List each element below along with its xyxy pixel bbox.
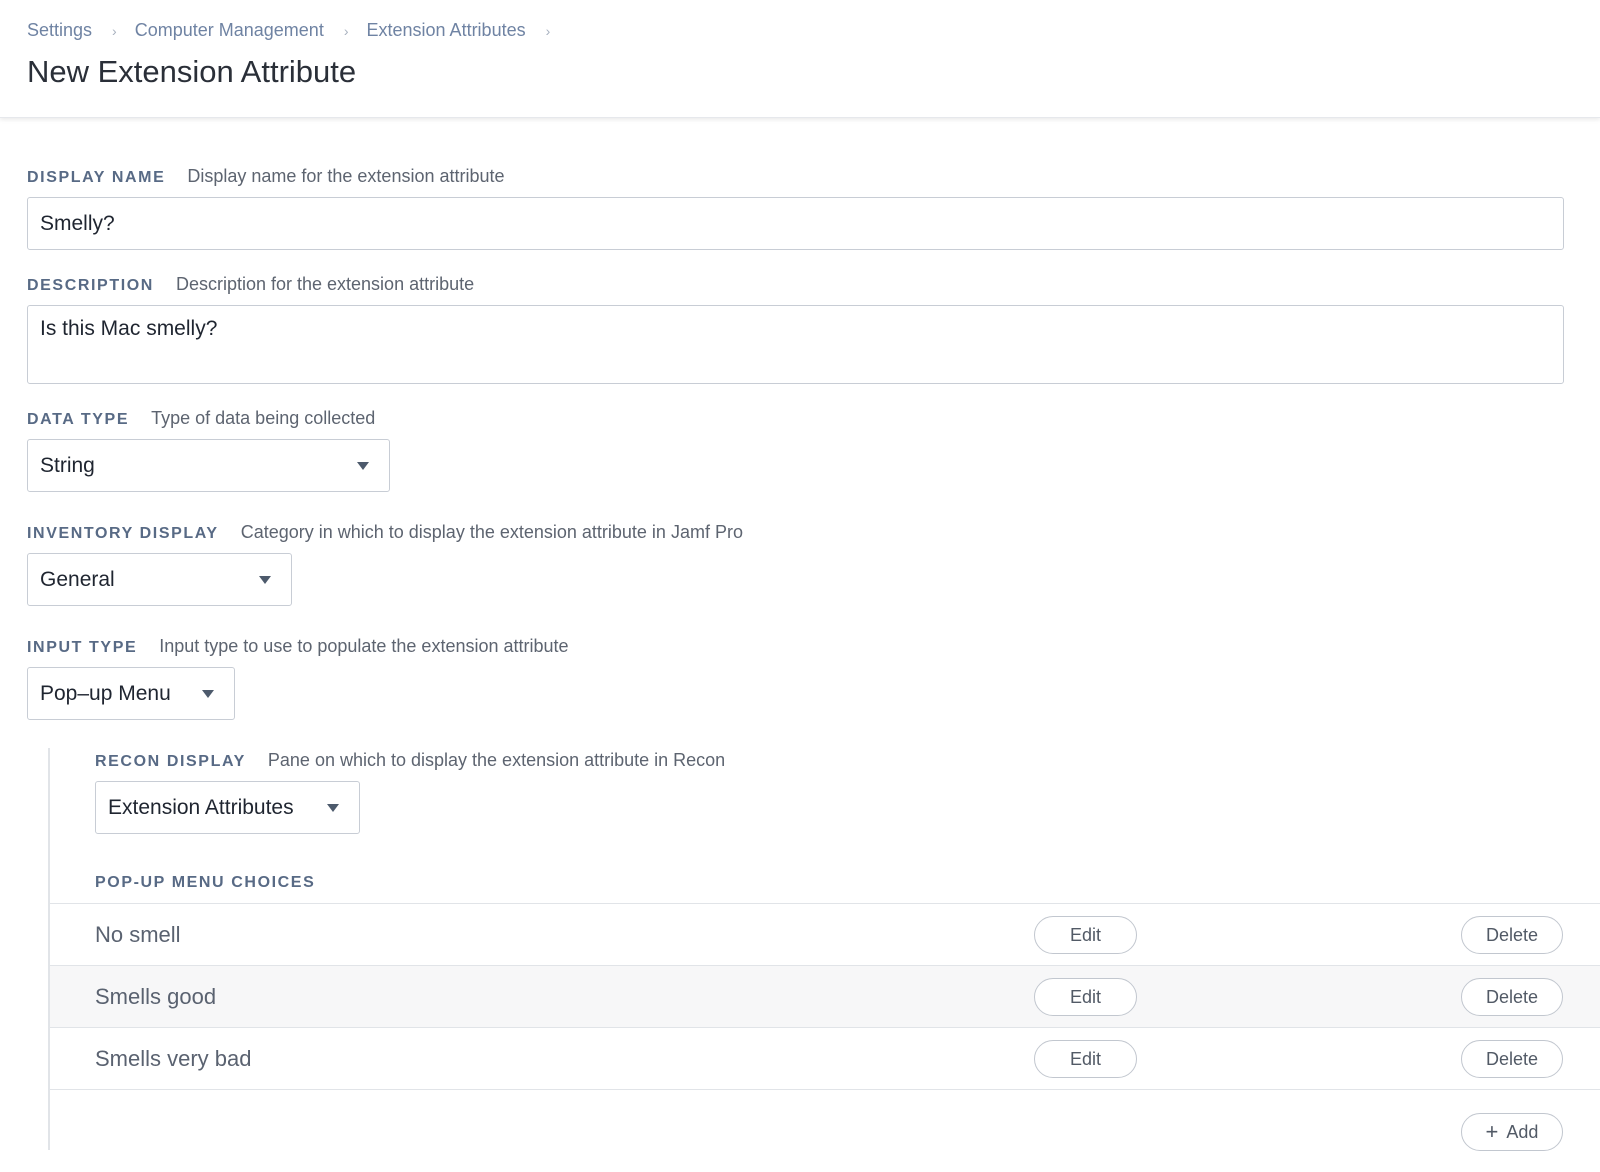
edit-button[interactable]: Edit <box>1034 1040 1137 1078</box>
description-label-group: DESCRIPTION Description for the extensio… <box>27 274 474 295</box>
dropdown-caret-icon <box>357 462 369 470</box>
table-row: Smells good Edit Delete <box>50 966 1600 1028</box>
delete-button[interactable]: Delete <box>1461 978 1563 1016</box>
inventory-display-selected-value: General <box>40 567 115 591</box>
plus-icon: + <box>1485 1119 1499 1144</box>
display-name-label: DISPLAY NAME <box>27 169 166 186</box>
inventory-display-label-group: INVENTORY DISPLAY Category in which to d… <box>27 522 743 543</box>
input-type-hint: Input type to use to populate the extens… <box>159 636 569 656</box>
input-type-label: INPUT TYPE <box>27 639 138 656</box>
input-type-label-group: INPUT TYPE Input type to use to populate… <box>27 636 569 657</box>
popup-choices-label: POP-UP MENU CHOICES <box>95 874 316 891</box>
dropdown-caret-icon <box>259 576 271 584</box>
inventory-display-select[interactable]: General <box>27 553 292 606</box>
breadcrumb-chevron-icon: › <box>545 22 551 39</box>
recon-display-select[interactable]: Extension Attributes <box>95 781 360 834</box>
recon-display-label: RECON DISPLAY <box>95 753 246 770</box>
data-type-hint: Type of data being collected <box>151 408 376 428</box>
edit-button[interactable]: Edit <box>1034 978 1137 1016</box>
add-button-label: Add <box>1506 1121 1539 1142</box>
table-row: Smells very bad Edit Delete <box>50 1028 1600 1090</box>
page-title: New Extension Attribute <box>27 54 357 89</box>
display-name-label-group: DISPLAY NAME Display name for the extens… <box>27 166 505 187</box>
delete-button[interactable]: Delete <box>1461 916 1563 954</box>
breadcrumb-settings[interactable]: Settings <box>27 20 92 41</box>
breadcrumb-extension-attributes[interactable]: Extension Attributes <box>367 20 526 41</box>
table-row: No smell Edit Delete <box>50 904 1600 966</box>
data-type-selected-value: String <box>40 453 95 477</box>
breadcrumb-chevron-icon: › <box>112 22 117 39</box>
dropdown-caret-icon <box>202 690 214 698</box>
description-hint: Description for the extension attribute <box>175 274 475 294</box>
breadcrumb-computer-management[interactable]: Computer Management <box>135 20 324 41</box>
page-header: Settings › Computer Management › Extensi… <box>0 0 1600 118</box>
delete-button[interactable]: Delete <box>1461 1040 1563 1078</box>
display-name-hint: Display name for the extension attribute <box>187 166 505 186</box>
data-type-select[interactable]: String <box>27 439 390 492</box>
data-type-label: DATA TYPE <box>27 411 130 428</box>
inventory-display-label: INVENTORY DISPLAY <box>27 525 219 542</box>
display-name-input[interactable] <box>27 197 1564 250</box>
choice-label: Smells good <box>95 984 217 1009</box>
input-type-select[interactable]: Pop–up Menu <box>27 667 235 720</box>
dropdown-caret-icon <box>327 804 339 812</box>
popup-choices-table: No smell Edit Delete Smells good Edit De… <box>50 903 1600 1090</box>
recon-display-hint: Pane on which to display the extension a… <box>267 750 726 770</box>
breadcrumb: Settings › Computer Management › Extensi… <box>27 20 568 41</box>
description-label: DESCRIPTION <box>27 277 154 294</box>
description-input[interactable]: Is this Mac smelly? <box>27 305 1564 384</box>
inventory-display-hint: Category in which to display the extensi… <box>240 522 743 542</box>
input-type-selected-value: Pop–up Menu <box>40 681 171 705</box>
recon-display-selected-value: Extension Attributes <box>108 795 294 819</box>
breadcrumb-chevron-icon: › <box>343 22 349 39</box>
choice-label: No smell <box>95 922 181 947</box>
data-type-label-group: DATA TYPE Type of data being collected <box>27 408 375 429</box>
choice-label: Smells very bad <box>95 1046 252 1071</box>
edit-button[interactable]: Edit <box>1034 916 1137 954</box>
add-choice-button[interactable]: + Add <box>1461 1113 1563 1151</box>
recon-display-label-group: RECON DISPLAY Pane on which to display t… <box>95 750 725 771</box>
popup-choices-label-group: POP-UP MENU CHOICES <box>95 874 315 892</box>
